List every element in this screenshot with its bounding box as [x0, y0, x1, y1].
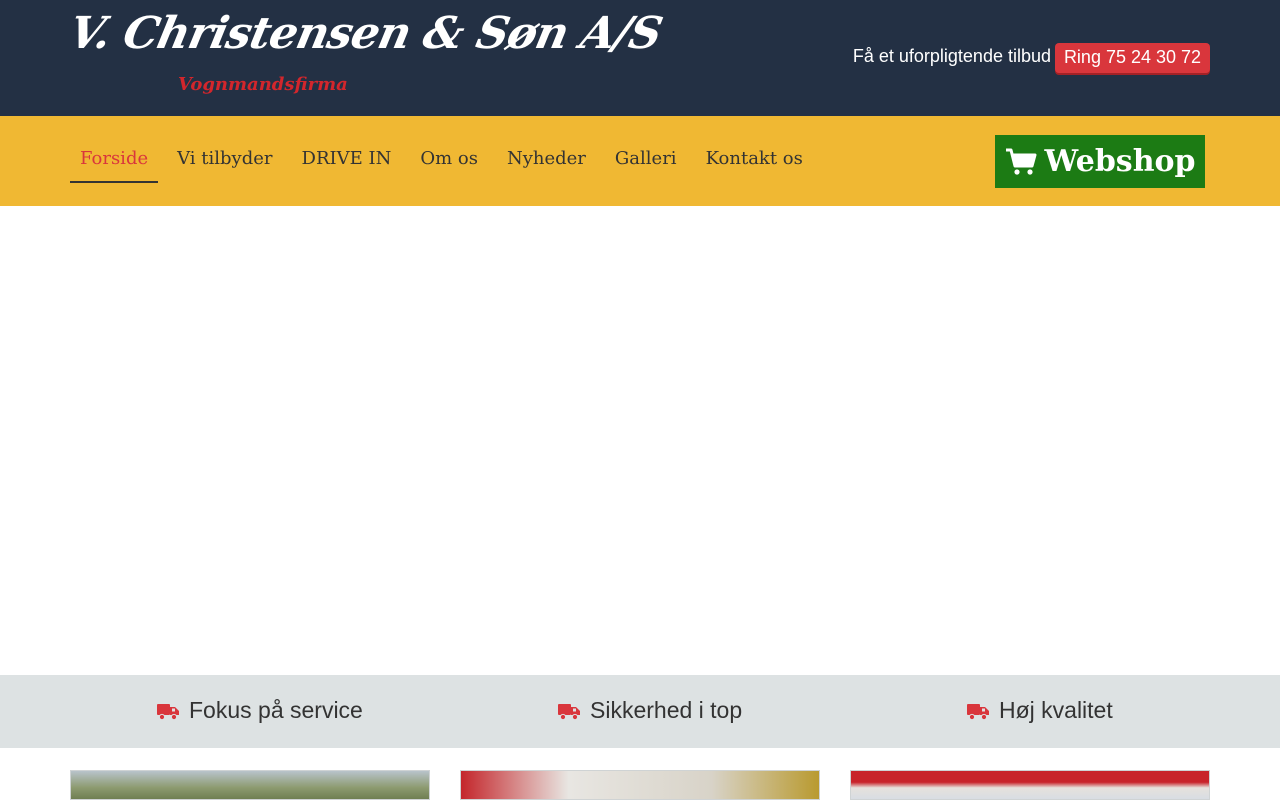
- nav-item-vi-tilbyder[interactable]: Vi tilbyder: [167, 140, 282, 183]
- hero-banner: [0, 206, 1280, 675]
- truck-icon: [157, 703, 179, 720]
- feature-quality: Høj kvalitet: [967, 697, 1113, 724]
- company-logo[interactable]: V. Christensen & Søn A/S Vognmandsfirma: [65, 8, 666, 100]
- gallery-thumbnail[interactable]: [850, 770, 1210, 800]
- webshop-button[interactable]: Webshop: [995, 135, 1205, 188]
- shopping-cart-icon: [1005, 148, 1036, 175]
- gallery-thumbnail[interactable]: [70, 770, 430, 800]
- feature-label: Høj kvalitet: [999, 697, 1113, 723]
- main-nav: Forside Vi tilbyder DRIVE IN Om os Nyhed…: [70, 140, 822, 183]
- logo-title: V. Christensen & Søn A/S: [64, 8, 667, 59]
- gallery-thumbnail[interactable]: [460, 770, 820, 800]
- feature-label: Fokus på service: [189, 697, 363, 723]
- nav-item-galleri[interactable]: Galleri: [605, 140, 687, 183]
- nav-item-kontakt-os[interactable]: Kontakt os: [696, 140, 813, 183]
- truck-icon: [558, 703, 580, 720]
- nav-item-forside[interactable]: Forside: [70, 140, 159, 183]
- nav-item-nyheder[interactable]: Nyheder: [497, 140, 596, 183]
- feature-label: Sikkerhed i top: [590, 697, 743, 723]
- quote-tagline: Få et uforpligtende tilbud: [852, 46, 1051, 66]
- call-button[interactable]: Ring 75 24 30 72: [1055, 43, 1210, 73]
- feature-service: Fokus på service: [157, 697, 363, 724]
- nav-item-drive-in[interactable]: DRIVE IN: [292, 140, 402, 183]
- feature-bar: Fokus på service Sikkerhed i top Høj kva…: [0, 675, 1280, 748]
- truck-icon: [967, 703, 989, 720]
- webshop-label: Webshop: [1044, 144, 1196, 179]
- feature-safety: Sikkerhed i top: [558, 697, 742, 724]
- main-navigation-bar: Forside Vi tilbyder DRIVE IN Om os Nyhed…: [0, 116, 1280, 206]
- logo-subtitle: Vognmandsfirma: [178, 74, 348, 95]
- top-bar: V. Christensen & Søn A/S Vognmandsfirma …: [0, 0, 1280, 116]
- nav-item-om-os[interactable]: Om os: [410, 140, 488, 183]
